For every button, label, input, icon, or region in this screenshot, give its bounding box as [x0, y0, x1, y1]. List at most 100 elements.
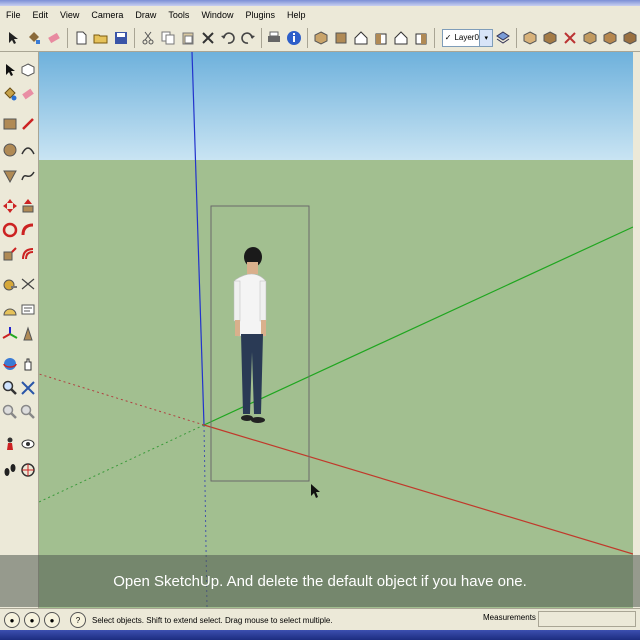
menu-plugins[interactable]: Plugins: [239, 10, 281, 20]
user-icon[interactable]: ●: [44, 612, 60, 628]
person-figure[interactable]: [233, 247, 267, 423]
delete-icon[interactable]: [200, 28, 216, 48]
taskbar-strip: [0, 630, 640, 640]
right-view-icon[interactable]: [373, 28, 389, 48]
orbit-icon[interactable]: [2, 356, 18, 372]
tape-measure-icon[interactable]: [2, 276, 18, 292]
front-view-icon[interactable]: [353, 28, 369, 48]
pan-icon[interactable]: [20, 356, 36, 372]
credits-icon[interactable]: ●: [24, 612, 40, 628]
tutorial-caption: Open SketchUp. And delete the default ob…: [113, 572, 527, 590]
line-icon[interactable]: [20, 116, 36, 132]
status-bar: ● ● ● ? Select objects. Shift to extend …: [0, 608, 640, 631]
green-axis-dashed: [39, 424, 205, 503]
cut-icon[interactable]: [140, 28, 156, 48]
redo-icon[interactable]: [240, 28, 256, 48]
axes-icon[interactable]: [2, 326, 18, 342]
save-icon[interactable]: [113, 28, 129, 48]
polygon-icon[interactable]: [2, 168, 18, 184]
textured-icon[interactable]: [602, 28, 618, 48]
monochrome-icon[interactable]: [622, 28, 638, 48]
menu-file[interactable]: File: [0, 10, 27, 20]
menu-tools[interactable]: Tools: [162, 10, 195, 20]
toolbar-separator: [260, 27, 262, 48]
measurements-label: Measurements: [483, 613, 536, 622]
zoom-extents-icon[interactable]: [20, 380, 36, 396]
copy-icon[interactable]: [160, 28, 176, 48]
geo-location-icon[interactable]: ●: [4, 612, 20, 628]
left-tool-palette: [0, 52, 39, 608]
look-around-icon[interactable]: [20, 436, 36, 452]
position-camera-icon[interactable]: [2, 436, 18, 452]
viewport-right-edge: [633, 52, 640, 608]
select-arrow-icon[interactable]: [6, 28, 22, 48]
scale-icon[interactable]: [2, 246, 18, 262]
menu-edit[interactable]: Edit: [27, 10, 55, 20]
help-icon[interactable]: ?: [70, 612, 86, 628]
xray-icon[interactable]: [522, 28, 538, 48]
model-info-icon[interactable]: [286, 28, 302, 48]
iso-view-icon[interactable]: [313, 28, 329, 48]
layer-select[interactable]: ✓ Layer0 ▾: [441, 28, 494, 47]
green-axis-solid: [203, 226, 633, 426]
next-view-icon[interactable]: [20, 404, 36, 420]
move-icon[interactable]: [2, 198, 18, 214]
chevron-down-icon[interactable]: ▾: [479, 29, 493, 46]
section-plane-icon[interactable]: [20, 462, 36, 478]
undo-icon[interactable]: [220, 28, 236, 48]
layers-icon[interactable]: [495, 28, 511, 48]
paint-bucket-icon[interactable]: [2, 86, 18, 102]
make-component-icon[interactable]: [20, 62, 36, 78]
menu-help[interactable]: Help: [281, 10, 312, 20]
top-view-icon[interactable]: [333, 28, 349, 48]
rotate-icon[interactable]: [2, 222, 18, 238]
eraser-icon[interactable]: [46, 28, 62, 48]
previous-view-icon[interactable]: [2, 404, 18, 420]
red-axis-solid: [203, 424, 633, 555]
push-pull-icon[interactable]: [20, 198, 36, 214]
left-view-icon[interactable]: [413, 28, 429, 48]
main-toolbar: ✓ Layer0 ▾: [0, 24, 640, 52]
hidden-line-icon[interactable]: [562, 28, 578, 48]
follow-me-icon[interactable]: [20, 222, 36, 238]
menu-window[interactable]: Window: [195, 10, 239, 20]
rectangle-icon[interactable]: [2, 116, 18, 132]
text-icon[interactable]: [20, 302, 36, 318]
offset-icon[interactable]: [20, 246, 36, 262]
paste-icon[interactable]: [180, 28, 196, 48]
toolbar-separator: [434, 27, 435, 48]
3d-text-icon[interactable]: [20, 326, 36, 342]
drawing-viewport[interactable]: [39, 52, 633, 608]
menu-draw[interactable]: Draw: [129, 10, 162, 20]
dimension-icon[interactable]: [20, 276, 36, 292]
mouse-cursor-icon: [311, 484, 320, 498]
layer-select-value: Layer0: [454, 33, 479, 42]
menu-view[interactable]: View: [54, 10, 85, 20]
back-view-icon[interactable]: [393, 28, 409, 48]
new-file-icon[interactable]: [73, 28, 89, 48]
menu-bar: File Edit View Camera Draw Tools Window …: [0, 6, 640, 25]
eraser-icon[interactable]: [20, 86, 36, 102]
zoom-icon[interactable]: [2, 380, 18, 396]
toolbar-separator: [67, 27, 68, 48]
arc-icon[interactable]: [20, 142, 36, 158]
wireframe-icon[interactable]: [542, 28, 558, 48]
circle-icon[interactable]: [2, 142, 18, 158]
toolbar-separator: [516, 27, 518, 48]
toolbar-separator: [133, 27, 135, 48]
blue-axis-solid: [191, 52, 205, 426]
layer-check-icon: ✓: [444, 33, 452, 42]
measurements-input[interactable]: [538, 611, 636, 627]
open-folder-icon[interactable]: [93, 28, 109, 48]
shaded-icon[interactable]: [582, 28, 598, 48]
walk-icon[interactable]: [2, 462, 18, 478]
paint-bucket-icon[interactable]: [26, 28, 42, 48]
freehand-icon[interactable]: [20, 168, 36, 184]
tutorial-caption-band: Open SketchUp. And delete the default ob…: [0, 555, 640, 607]
protractor-icon[interactable]: [2, 302, 18, 318]
select-icon[interactable]: [2, 62, 18, 78]
red-axis-dashed: [39, 373, 205, 426]
scene-svg: [39, 52, 633, 608]
menu-camera[interactable]: Camera: [85, 10, 129, 20]
print-icon[interactable]: [266, 28, 282, 48]
